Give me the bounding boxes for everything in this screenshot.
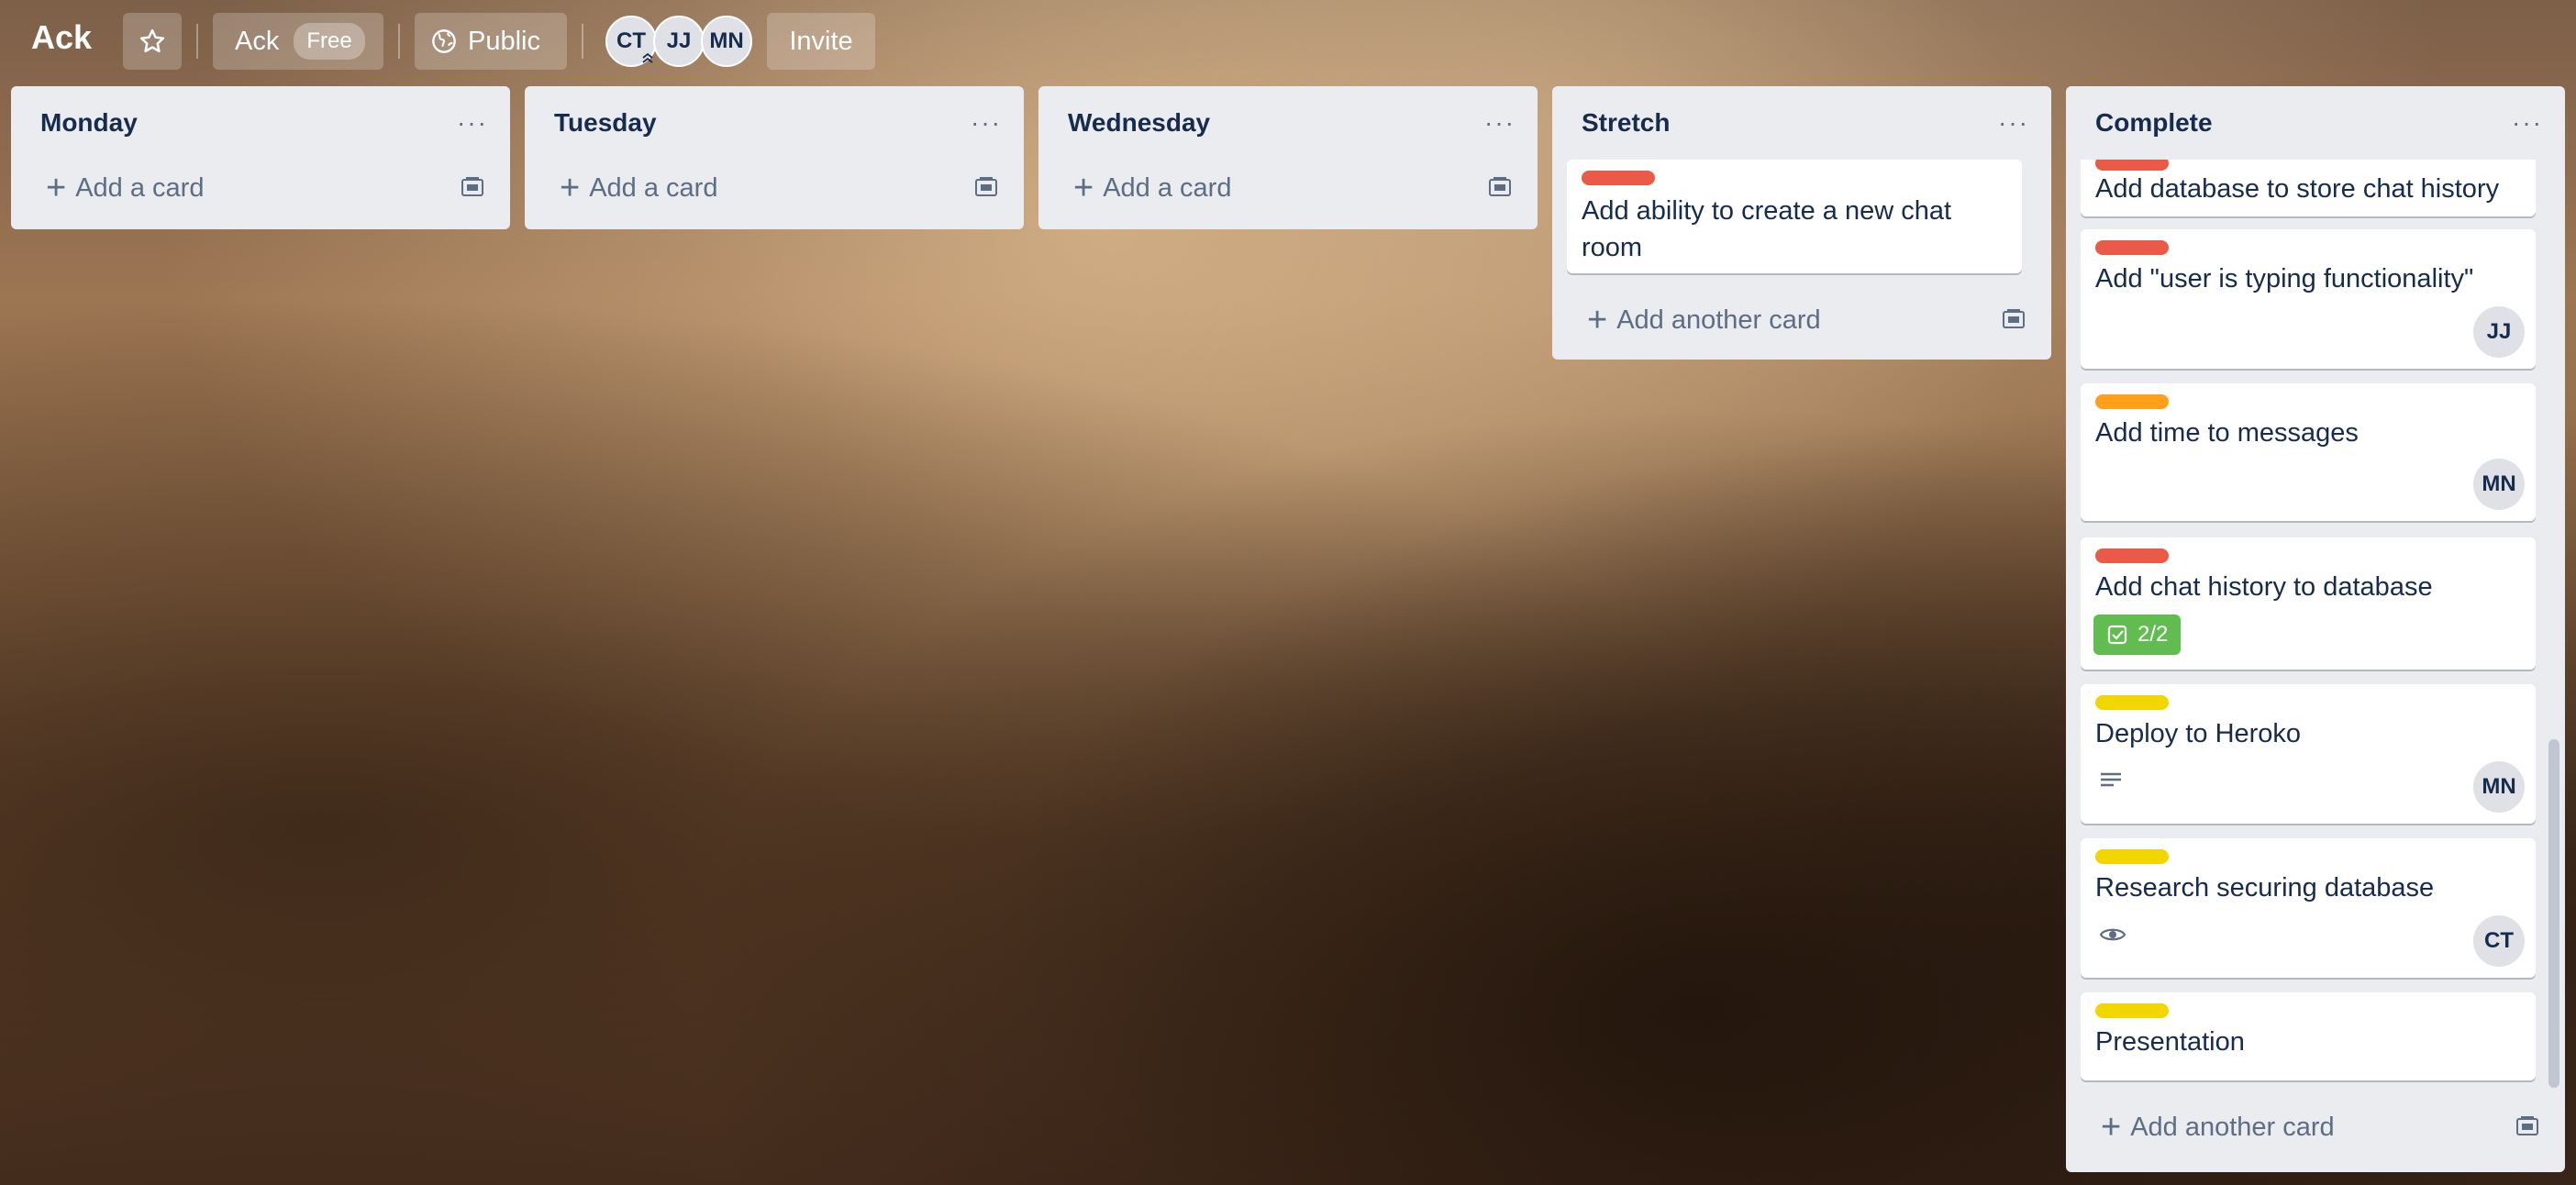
- list-title[interactable]: Tuesday: [554, 108, 657, 138]
- card[interactable]: Presentation: [2081, 992, 2536, 1080]
- invite-button[interactable]: Invite: [767, 13, 875, 70]
- add-card-button[interactable]: + Add another card: [1563, 292, 2040, 349]
- card-member-avatar[interactable]: MN: [2473, 761, 2525, 813]
- card[interactable]: Add database to store chat history: [2081, 160, 2536, 216]
- card-title: Add time to messages: [2095, 418, 2359, 448]
- card-template-icon[interactable]: [2515, 1115, 2539, 1137]
- list-title[interactable]: Stretch: [1582, 108, 1670, 138]
- admin-chevron-icon: [642, 52, 653, 63]
- card-list-scroll-area[interactable]: Add database to store chat history Add "…: [2066, 160, 2565, 1086]
- add-card-label: Add a card: [589, 172, 718, 203]
- add-card-label: Add another card: [1616, 305, 1821, 335]
- member-avatar[interactable]: MN: [701, 16, 752, 67]
- header-divider: [582, 24, 583, 59]
- globe-icon: [432, 29, 456, 53]
- visibility-button[interactable]: Public: [415, 13, 567, 70]
- card[interactable]: Add "user is typing functionality" JJ: [2081, 229, 2536, 369]
- description-icon: [2101, 772, 2121, 787]
- card-title: Presentation: [2095, 1027, 2245, 1057]
- workspace-name: Ack: [235, 26, 280, 56]
- list-title[interactable]: Complete: [2095, 108, 2213, 138]
- list-stretch: Stretch ··· Add ability to create a new …: [1552, 86, 2051, 360]
- list-tuesday: Tuesday ··· + Add a card: [525, 86, 1024, 229]
- list-menu-button[interactable]: ···: [971, 108, 1002, 138]
- list-header: Complete ···: [2066, 86, 2565, 160]
- visibility-label: Public: [468, 26, 540, 56]
- checklist-badge: 2/2: [2093, 615, 2182, 655]
- add-card-button[interactable]: + Add a card: [22, 160, 499, 216]
- card-member-avatar[interactable]: JJ: [2473, 306, 2525, 358]
- list-monday: Monday ··· + Add a card: [11, 86, 510, 229]
- card[interactable]: Deploy to Heroko MN: [2081, 684, 2536, 824]
- list-wednesday: Wednesday ··· + Add a card: [1038, 86, 1538, 229]
- list-header: Monday ···: [11, 86, 510, 160]
- card-title: Add ability to create a new chat room: [1582, 196, 1952, 262]
- workspace-button[interactable]: Ack Free: [213, 13, 383, 70]
- checklist-icon: [2107, 625, 2127, 645]
- list-header: Wednesday ···: [1038, 86, 1538, 160]
- card-label[interactable]: [2095, 394, 2169, 409]
- list-menu-button[interactable]: ···: [1484, 108, 1516, 138]
- card-title: Research securing database: [2095, 873, 2435, 903]
- add-card-button[interactable]: + Add another card: [2077, 1099, 2554, 1156]
- board-title[interactable]: Ack: [31, 18, 92, 57]
- card-member-avatar[interactable]: MN: [2473, 459, 2525, 510]
- card-template-icon[interactable]: [1488, 176, 1512, 198]
- card-label[interactable]: [2095, 849, 2169, 864]
- card-label[interactable]: [1582, 171, 1655, 185]
- list-menu-button[interactable]: ···: [1998, 108, 2029, 138]
- list-menu-button[interactable]: ···: [457, 108, 488, 138]
- list-header: Stretch ···: [1552, 86, 2051, 160]
- card-template-icon[interactable]: [461, 176, 484, 198]
- plus-icon: +: [560, 169, 581, 207]
- card-template-icon[interactable]: [2002, 308, 2026, 330]
- header-divider: [398, 24, 400, 59]
- plus-icon: +: [1587, 301, 1608, 339]
- checklist-count: 2/2: [2137, 622, 2169, 647]
- card-member-avatar[interactable]: CT: [2473, 915, 2525, 967]
- list-menu-button[interactable]: ···: [2512, 108, 2543, 138]
- card-title: Deploy to Heroko: [2095, 719, 2302, 748]
- card-template-icon[interactable]: [974, 176, 998, 198]
- workspace-plan-badge: Free: [294, 23, 365, 60]
- card-title: Add database to store chat history: [2095, 174, 2500, 204]
- watch-icon: [2099, 928, 2126, 941]
- board-header: Ack Ack Free Public CT JJ MN Invite: [0, 0, 2576, 84]
- list-complete: Complete ··· Add database to store chat …: [2066, 86, 2565, 1172]
- card[interactable]: Add ability to create a new chat room: [1567, 160, 2022, 273]
- add-card-label: Add a card: [75, 172, 205, 203]
- card-label[interactable]: [2095, 695, 2169, 710]
- add-card-button[interactable]: + Add a card: [1049, 160, 1527, 216]
- plus-icon: +: [2101, 1108, 2122, 1146]
- header-divider: [196, 24, 198, 59]
- member-avatar[interactable]: JJ: [653, 16, 705, 67]
- list-scrollbar[interactable]: [2548, 739, 2559, 1088]
- card[interactable]: Research securing database CT: [2081, 838, 2536, 978]
- card-label[interactable]: [2095, 240, 2169, 255]
- list-header: Tuesday ···: [525, 86, 1024, 160]
- list-title[interactable]: Monday: [40, 108, 138, 138]
- card-label[interactable]: [2095, 1003, 2169, 1018]
- plus-icon: +: [46, 169, 67, 207]
- star-button[interactable]: [123, 13, 182, 70]
- add-card-label: Add another card: [2130, 1112, 2335, 1142]
- add-card-button[interactable]: + Add a card: [536, 160, 1013, 216]
- list-title[interactable]: Wednesday: [1068, 108, 1210, 138]
- card-label[interactable]: [2095, 548, 2169, 563]
- card-label[interactable]: [2095, 160, 2169, 171]
- card-title: Add "user is typing functionality": [2095, 264, 2474, 293]
- add-card-label: Add a card: [1103, 172, 1232, 203]
- card[interactable]: Add time to messages MN: [2081, 383, 2536, 521]
- star-icon: [139, 28, 165, 52]
- card[interactable]: Add chat history to database 2/2: [2081, 537, 2536, 670]
- card-title: Add chat history to database: [2095, 572, 2433, 602]
- plus-icon: +: [1073, 169, 1094, 207]
